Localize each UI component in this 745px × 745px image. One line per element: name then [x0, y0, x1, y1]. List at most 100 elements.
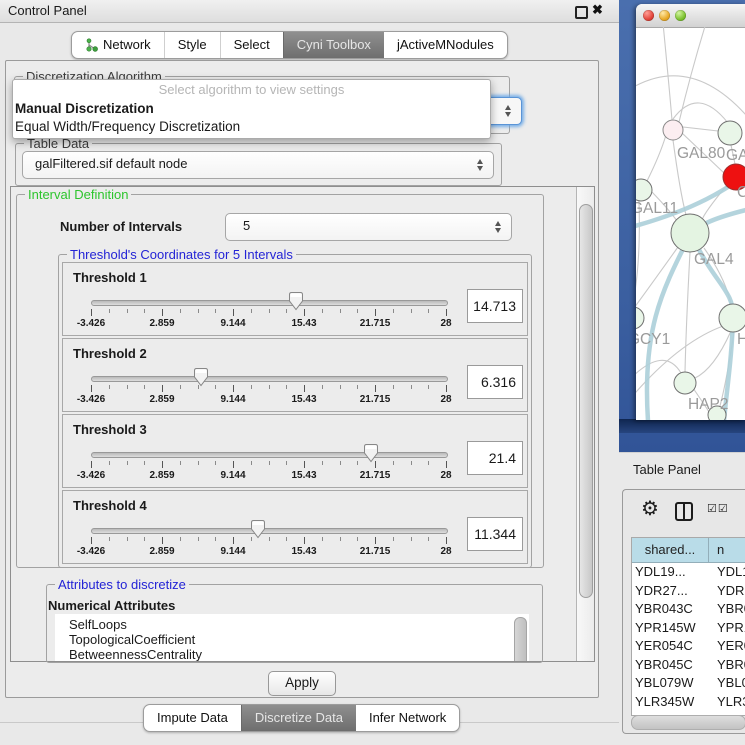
table-row-ybr045c[interactable]: YBR045CYBR0 [632, 656, 745, 675]
network-edge[interactable] [683, 127, 718, 131]
table-row-ypr145w[interactable]: YPR145WYPR1 [632, 619, 745, 638]
traffic-light-zoom[interactable] [675, 10, 686, 21]
table-row-ydr27[interactable]: YDR27...YDR2 [632, 582, 745, 601]
columns-icon[interactable] [675, 502, 693, 521]
column-header-name[interactable]: n [709, 538, 745, 563]
tick-major [233, 537, 234, 544]
network-edge[interactable] [636, 76, 745, 115]
tick-major [375, 537, 376, 544]
attribute-item-selfloops[interactable]: SelfLoops [55, 614, 529, 632]
threshold-value-field[interactable]: 11.344 [467, 517, 523, 551]
threshold-value-field[interactable]: 21.4 [467, 441, 523, 475]
number-of-intervals-combobox[interactable]: 5 [225, 213, 512, 241]
network-node[interactable] [636, 307, 644, 329]
tick-minor [215, 537, 216, 541]
tab-network[interactable]: Network [72, 32, 164, 58]
network-node[interactable] [636, 179, 652, 201]
tab-style[interactable]: Style [164, 32, 220, 58]
tick-minor [428, 309, 429, 313]
tick-minor [269, 309, 270, 313]
tab-infer-network[interactable]: Infer Network [356, 705, 459, 731]
tab-label: Impute Data [157, 706, 228, 730]
threshold-block-2: Threshold 2 6.316 -3.4262.8599.14415.432… [62, 338, 528, 412]
column-header-shared-name[interactable]: shared... [632, 538, 709, 563]
vertical-scrollbar-thumb[interactable] [579, 204, 593, 598]
tab-impute-data[interactable]: Impute Data [144, 705, 241, 731]
slider-track[interactable] [91, 452, 448, 458]
slider-thumb[interactable] [193, 367, 209, 387]
tick-minor [251, 309, 252, 313]
table-panel-title: Table Panel [633, 462, 701, 477]
network-edge[interactable] [685, 252, 690, 372]
network-window-bottom-shadow [619, 419, 745, 433]
vertical-scrollbar[interactable] [576, 187, 594, 661]
network-canvas[interactable]: GAL80GACGAL11GAL4GCY1HHAP2 [636, 27, 745, 420]
float-panel-icon[interactable] [575, 6, 588, 19]
tick-label: 21.715 [360, 546, 391, 557]
network-edge[interactable] [647, 135, 666, 181]
dropdown-prompt: Select algorithm to view settings [13, 80, 490, 100]
list-scrollbar-thumb[interactable] [514, 617, 527, 661]
horizontal-scrollbar-thumb[interactable] [631, 715, 745, 730]
tick-minor [322, 537, 323, 541]
tab-jactivemnodules[interactable]: jActiveMNodules [384, 32, 507, 58]
slider-ticks [91, 461, 447, 470]
slider-track[interactable] [91, 300, 448, 306]
threshold-coordinates-label: Threshold's Coordinates for 5 Intervals [67, 247, 296, 262]
slider-thumb[interactable] [363, 443, 379, 463]
threshold-value-field[interactable]: 14.713 [467, 289, 523, 323]
top-tab-bar: NetworkStyleSelectCyni ToolboxjActiveMNo… [71, 31, 508, 59]
attribute-item-topologicalcoefficient[interactable]: TopologicalCoefficient [55, 632, 529, 647]
tick-minor [109, 309, 110, 313]
tick-minor [428, 461, 429, 465]
tab-discretize-data[interactable]: Discretize Data [241, 705, 356, 731]
tab-cyni-toolbox[interactable]: Cyni Toolbox [283, 32, 384, 58]
network-edge[interactable] [695, 331, 731, 378]
tick-minor [411, 537, 412, 541]
cell-shared-name: YDR27... [635, 582, 688, 601]
network-node[interactable] [718, 121, 742, 145]
network-node[interactable] [663, 120, 683, 140]
apply-button[interactable]: Apply [268, 671, 336, 696]
table-row-ylr345w[interactable]: YLR345WYLR3 [632, 693, 745, 712]
table-data-combobox[interactable]: galFiltered.sif default node [22, 151, 494, 179]
cell-shared-name: YDL19... [635, 563, 686, 582]
traffic-light-minimize[interactable] [659, 10, 670, 21]
attribute-item-betweennesscentrality[interactable]: BetweennessCentrality [55, 647, 529, 661]
slider-track[interactable] [91, 376, 448, 382]
cell-name: YPR1 [717, 619, 745, 638]
network-view-window[interactable]: GAL80GACGAL11GAL4GCY1HHAP2 [636, 4, 745, 420]
tick-label: -3.426 [77, 546, 105, 557]
close-panel-icon[interactable]: ✖ [592, 2, 603, 18]
tick-major [304, 461, 305, 468]
threshold-title: Threshold 1 [73, 270, 147, 285]
tick-major [233, 461, 234, 468]
tick-label: 9.144 [220, 318, 245, 329]
slider-track[interactable] [91, 528, 448, 534]
slider-thumb[interactable] [288, 291, 304, 311]
checkbox-icons[interactable]: ☑☑ [707, 502, 729, 515]
network-node[interactable] [674, 372, 696, 394]
tick-label: -3.426 [77, 318, 105, 329]
threshold-value-field[interactable]: 6.316 [467, 365, 523, 399]
tab-select[interactable]: Select [220, 32, 283, 58]
cell-shared-name: YLR345W [635, 693, 694, 712]
table-row-yer054c[interactable]: YER054CYER0 [632, 637, 745, 656]
network-window-titlebar[interactable] [636, 4, 745, 28]
network-node[interactable] [719, 304, 745, 332]
network-node[interactable] [671, 214, 709, 252]
table-row-ydl19[interactable]: YDL19...YDL1 [632, 563, 745, 582]
slider-thumb[interactable] [250, 519, 266, 539]
tick-major [233, 385, 234, 392]
dropdown-item-manual-discretization[interactable]: Manual Discretization [13, 100, 490, 118]
table-row-ybl079w[interactable]: YBL079WYBL0 [632, 674, 745, 693]
network-edge[interactable] [636, 360, 681, 379]
threshold-title: Threshold 2 [73, 346, 147, 361]
traffic-light-close[interactable] [643, 10, 654, 21]
table-header-row: shared... n [632, 538, 745, 563]
table-row-ybr043c[interactable]: YBR043CYBR0 [632, 600, 745, 619]
gear-icon[interactable]: ⚙ [641, 496, 659, 521]
tick-major [162, 461, 163, 468]
dropdown-item-equal-width-frequency[interactable]: Equal Width/Frequency Discretization [13, 118, 490, 136]
network-edge[interactable] [663, 27, 672, 120]
